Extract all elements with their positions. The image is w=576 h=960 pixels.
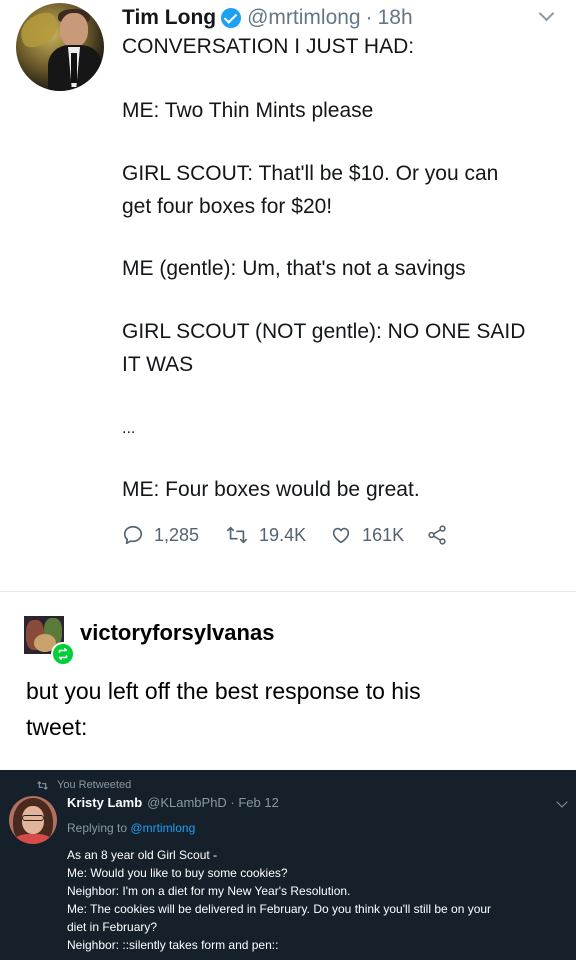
like-count: 161K (362, 524, 405, 545)
retweet-label: You Retweeted (57, 779, 132, 791)
divider (0, 591, 576, 592)
tweet-text-line: Me: Would you like to buy some cookies? (67, 866, 288, 880)
chevron-down-icon[interactable] (538, 8, 554, 24)
reblogger-username[interactable]: victoryforsylvanas (80, 620, 274, 646)
tweet-text-line: ME: Four boxes would be great. (122, 478, 420, 501)
timestamp[interactable]: 18h (378, 6, 413, 30)
avatar[interactable] (16, 3, 104, 91)
retweet-count: 19.4K (259, 524, 307, 545)
reply-count: 1,285 (154, 524, 200, 545)
author-handle-and-date[interactable]: @KLambPhD · Feb 12 (147, 795, 279, 810)
share-button[interactable] (426, 524, 448, 546)
like-button[interactable]: 161K (330, 524, 404, 546)
tweet-text-line: GIRL SCOUT (NOT gentle): NO ONE SAID (122, 320, 526, 343)
quoted-tweet-card: You Retweeted Kristy Lamb @KLambPhD · Fe… (0, 770, 576, 960)
retweet-icon (227, 526, 248, 544)
tweet-text-line: ... (122, 420, 136, 437)
post-text-line: but you left off the best response to hi… (26, 678, 421, 704)
tweet-text-line: Neighbor: ::silently takes form and pen:… (67, 938, 279, 952)
reply-icon (123, 525, 143, 545)
tweet-text-line: ME (gentle): Um, that's not a savings (122, 257, 466, 280)
tweet-text-line: get four boxes for $20! (122, 195, 333, 218)
retweet-button[interactable]: 19.4K (225, 524, 306, 546)
like-icon (332, 527, 350, 544)
tweet-text-line: As an 8 year old Girl Scout - (67, 848, 218, 862)
share-icon (428, 525, 446, 545)
retweet-icon (37, 780, 48, 790)
avatar[interactable] (9, 796, 57, 844)
replying-to: Replying to @mrtimlong (67, 821, 195, 835)
tweet-actions: 1,285 19.4K 161K (122, 520, 448, 550)
chevron-down-icon[interactable] (556, 798, 568, 810)
tweet-text-line: GIRL SCOUT: That'll be $10. Or you can (122, 162, 499, 185)
reply-button[interactable]: 1,285 (122, 524, 199, 546)
tweet-header: Kristy Lamb @KLambPhD · Feb 12 (67, 795, 279, 810)
tweet-text-line: IT WAS (122, 353, 194, 376)
mention-link[interactable]: @mrtimlong (130, 821, 195, 835)
tweet-text-line: Me: The cookies will be delivered in Feb… (67, 902, 492, 916)
tweet-header: Tim Long @mrtimlong · 18h (122, 4, 413, 32)
tweet-text-line: Neighbor: I'm on a diet for my New Year'… (67, 884, 351, 898)
tweet-card: Tim Long @mrtimlong · 18h CONVERSATION I… (0, 0, 576, 592)
separator: · (365, 6, 373, 29)
verified-icon (221, 8, 242, 28)
post-text-line: tweet: (26, 714, 88, 740)
retweet-indicator: You Retweeted (36, 779, 131, 791)
tweet-text-line: CONVERSATION I JUST HAD: (122, 35, 415, 58)
reblog-icon (51, 642, 75, 666)
author-name[interactable]: Kristy Lamb (67, 795, 142, 810)
tweet-text-line: diet in February? (67, 920, 158, 934)
tweet-text-line: ME: Two Thin Mints please (122, 99, 374, 122)
author-handle[interactable]: @mrtimlong (247, 6, 361, 30)
replying-to-label: Replying to (67, 821, 128, 835)
author-name[interactable]: Tim Long (122, 6, 216, 30)
